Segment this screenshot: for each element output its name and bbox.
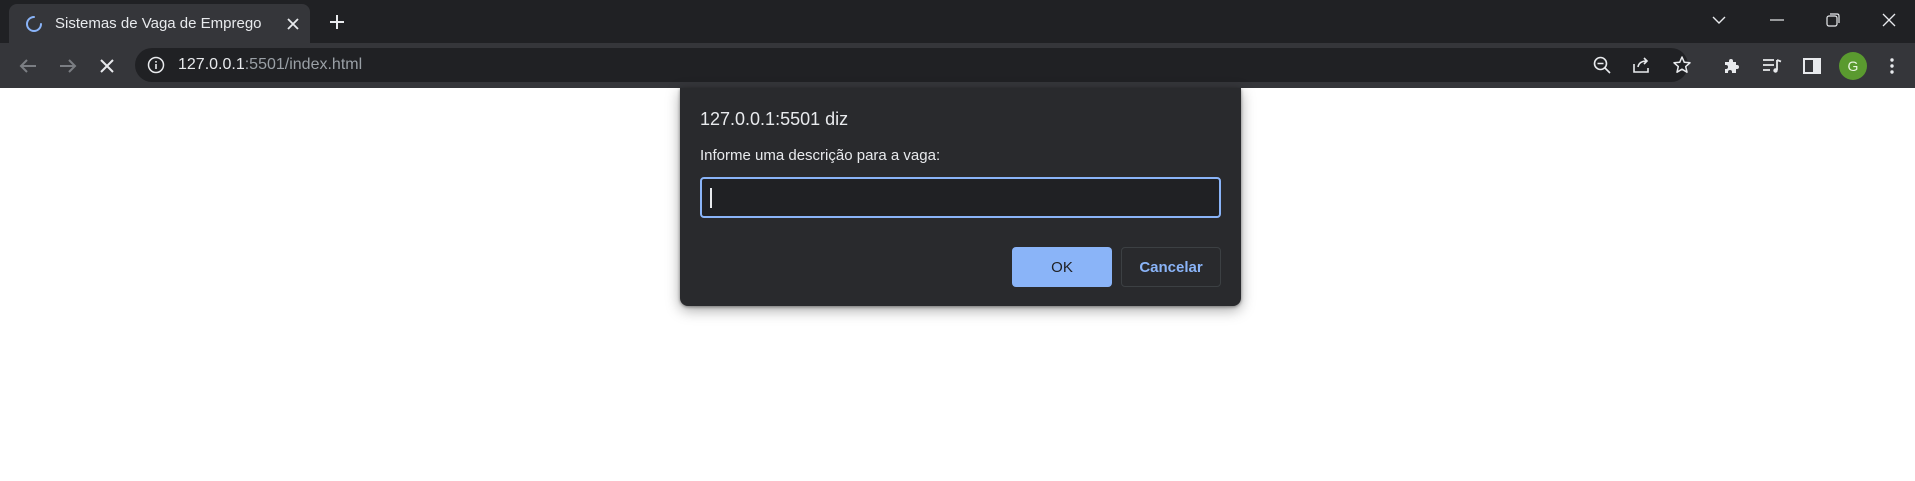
forward-arrow-icon[interactable] — [52, 50, 84, 82]
title-bar: Sistemas de Vaga de Emprego — [0, 0, 1915, 43]
text-caret — [710, 188, 712, 208]
tab-close-icon[interactable] — [283, 14, 303, 34]
stop-loading-icon[interactable] — [91, 50, 123, 82]
share-icon[interactable] — [1630, 53, 1654, 77]
profile-avatar[interactable]: G — [1839, 52, 1867, 80]
media-queue-icon[interactable] — [1759, 53, 1785, 79]
extensions-puzzle-icon[interactable] — [1719, 53, 1745, 79]
url-path: :5501/index.html — [244, 56, 363, 73]
prompt-input[interactable] — [700, 177, 1221, 218]
tab-title: Sistemas de Vaga de Emprego — [55, 15, 262, 32]
site-info-icon[interactable] — [147, 56, 165, 74]
bookmark-star-icon[interactable] — [1670, 53, 1694, 77]
restore-icon[interactable] — [1811, 4, 1855, 36]
new-tab-plus-icon[interactable] — [325, 10, 349, 34]
dialog-title: 127.0.0.1:5501 diz — [700, 109, 849, 129]
active-tab[interactable]: Sistemas de Vaga de Emprego — [9, 4, 310, 43]
dialog-message: Informe uma descrição para a vaga: — [700, 147, 941, 164]
cancel-button[interactable]: Cancelar — [1121, 247, 1221, 287]
zoom-out-icon[interactable] — [1590, 53, 1614, 77]
tab-search-chevron-icon[interactable] — [1697, 4, 1741, 36]
more-menu-icon[interactable] — [1879, 53, 1905, 79]
prompt-dialog: 127.0.0.1:5501 diz Informe uma descrição… — [680, 88, 1241, 306]
close-window-icon[interactable] — [1867, 4, 1911, 36]
loading-spinner-icon — [26, 16, 42, 32]
address-bar[interactable]: 127.0.0.1:5501/index.html — [135, 48, 1691, 82]
url-host: 127.0.0.1 — [178, 56, 245, 73]
minimize-icon[interactable] — [1755, 4, 1799, 36]
back-arrow-icon[interactable] — [12, 50, 44, 82]
url-text[interactable]: 127.0.0.1:5501/index.html — [178, 56, 362, 74]
side-panel-icon[interactable] — [1799, 53, 1825, 79]
ok-button[interactable]: OK — [1012, 247, 1112, 287]
browser-toolbar: 127.0.0.1:5501/index.html G — [0, 43, 1915, 88]
